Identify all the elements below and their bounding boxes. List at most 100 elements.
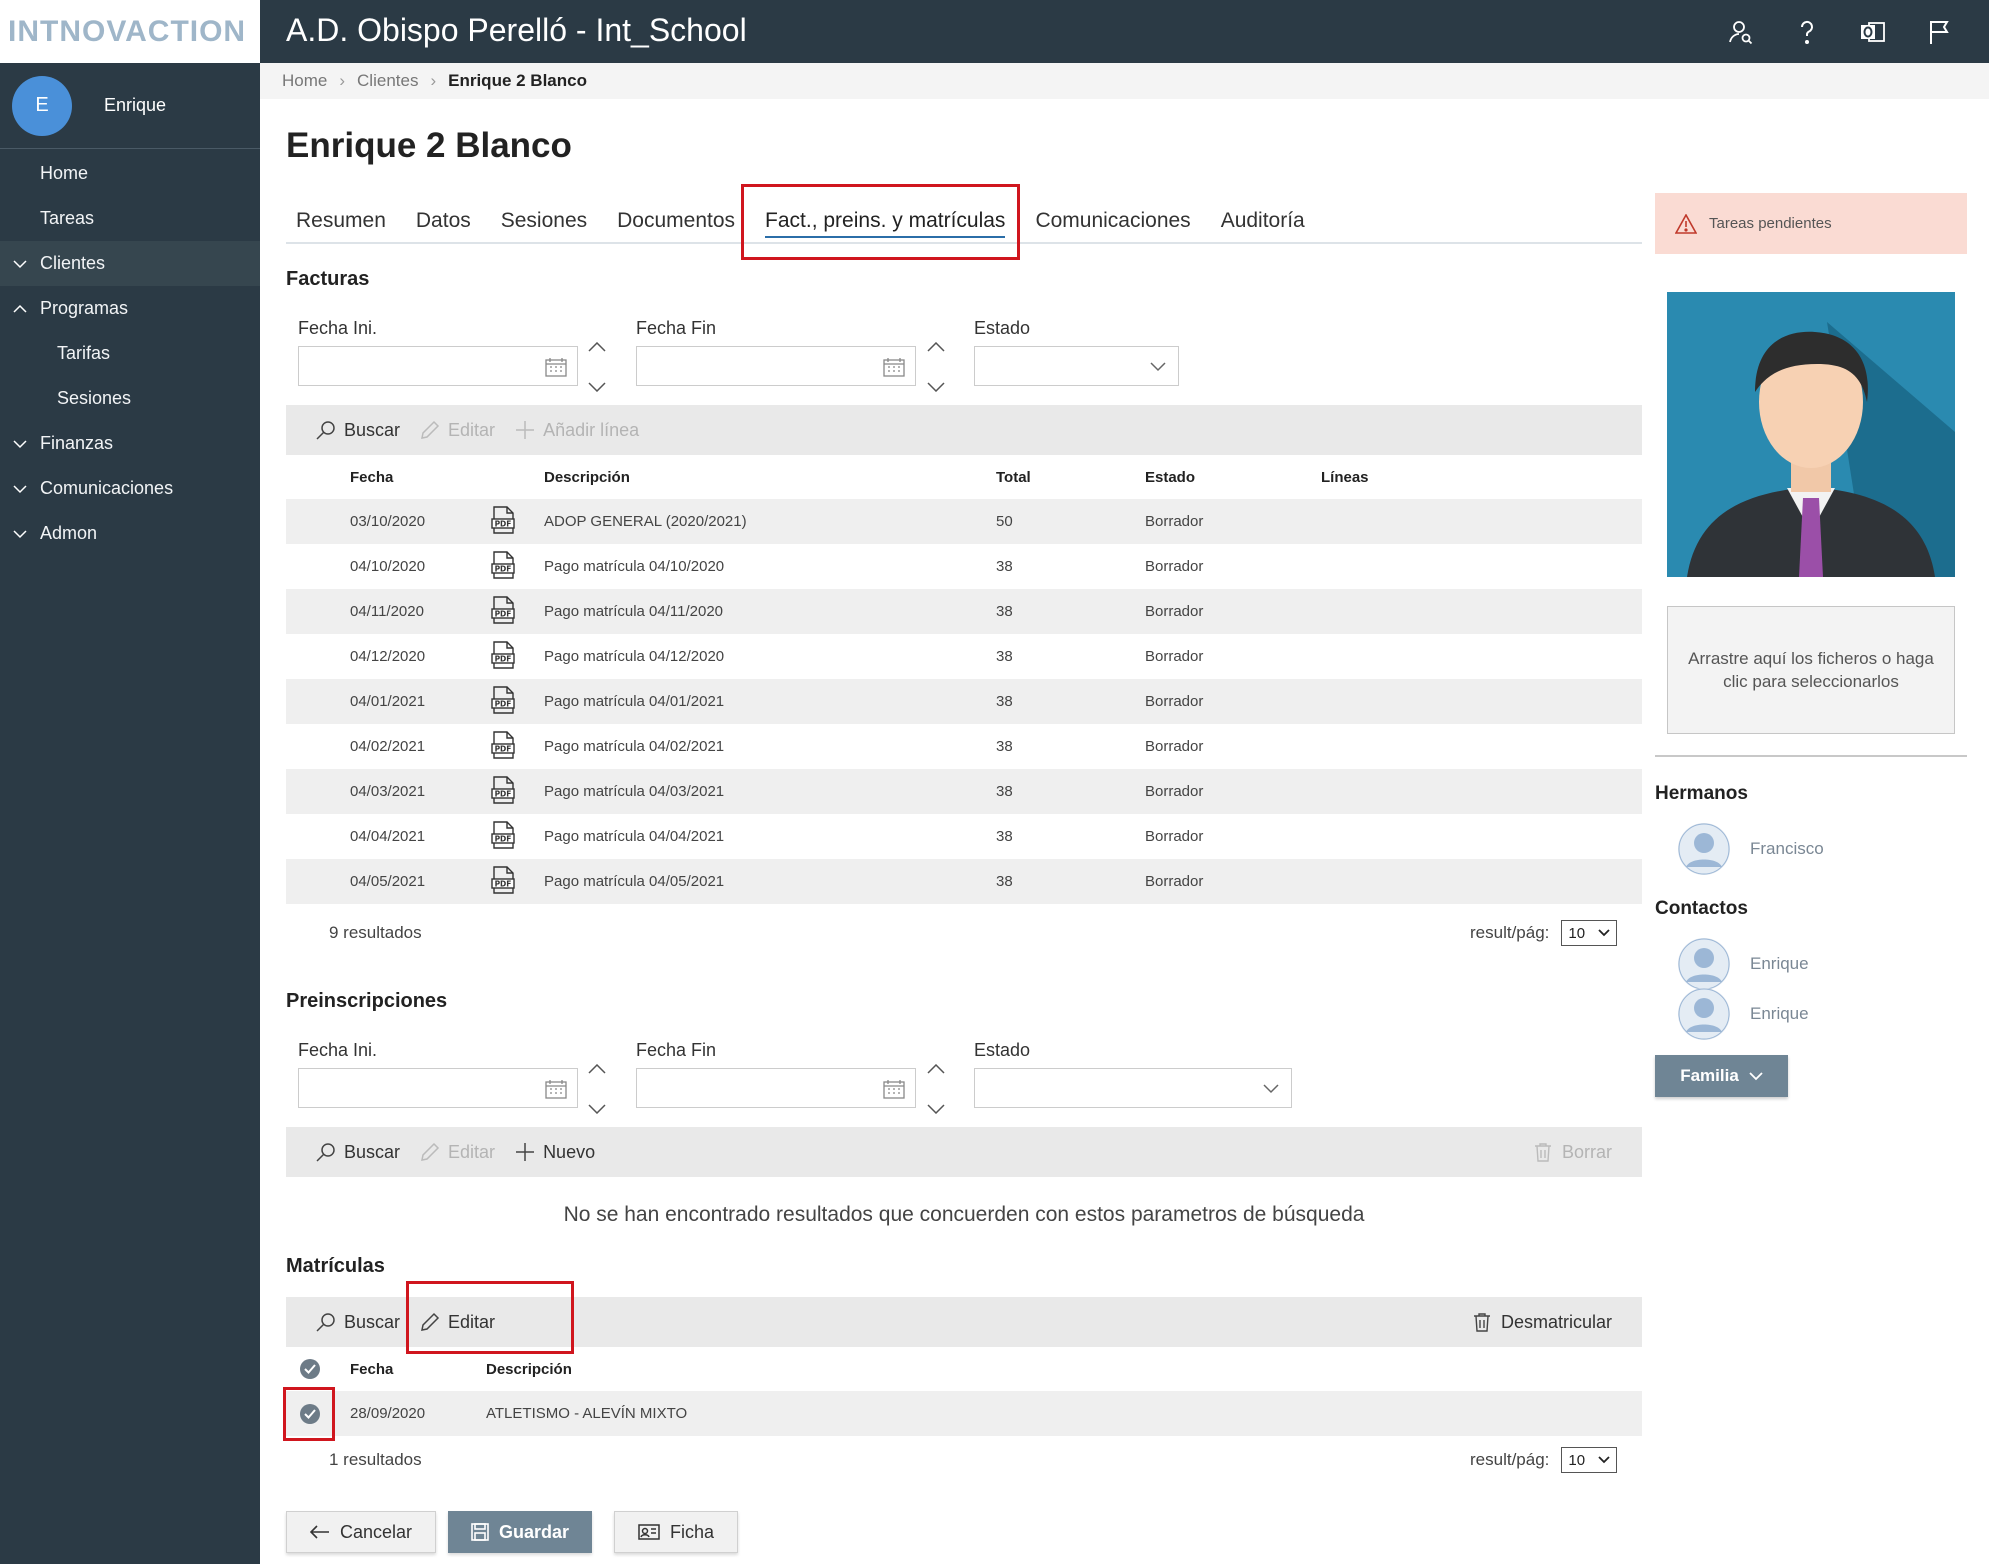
col-fecha[interactable]: Fecha xyxy=(350,455,490,499)
pdf-icon[interactable]: PDF xyxy=(490,634,544,679)
tab-auditoria[interactable]: Auditoría xyxy=(1211,200,1315,242)
pre-buscar-button[interactable]: Buscar xyxy=(316,1142,400,1163)
col-fecha[interactable]: Fecha xyxy=(350,1347,486,1391)
contacto-item[interactable]: Enrique xyxy=(1678,938,1809,990)
fecha-ini-input[interactable] xyxy=(298,346,578,386)
calendar-icon[interactable] xyxy=(883,357,905,382)
trash-icon xyxy=(1473,1313,1490,1332)
help-icon[interactable] xyxy=(1793,18,1821,46)
facturas-editar-button[interactable]: Editar xyxy=(420,420,495,441)
matriculas-results-count: 1 resultados xyxy=(329,1450,422,1469)
flag-icon[interactable] xyxy=(1925,18,1953,46)
breadcrumb-separator-icon: › xyxy=(430,71,437,90)
person-avatar-icon xyxy=(1678,823,1730,875)
hermano-item[interactable]: Francisco xyxy=(1678,823,1824,875)
fecha-fin-input[interactable] xyxy=(636,346,916,386)
familia-dropdown-button[interactable]: Familia xyxy=(1655,1055,1788,1097)
file-dropzone[interactable]: Arrastre aquí los ficheros o haga clic p… xyxy=(1667,606,1955,734)
per-page-select[interactable]: 10 xyxy=(1561,920,1618,946)
pre-fecha-ini-stepper[interactable] xyxy=(585,1064,609,1114)
pre-fecha-fin-input[interactable] xyxy=(636,1068,916,1108)
table-row[interactable]: 04/01/2021 PDF Pago matrícula 04/01/2021 38… xyxy=(286,679,1642,724)
table-row[interactable]: 04/03/2021 PDF Pago matrícula 04/03/2021 38… xyxy=(286,769,1642,814)
profile-photo[interactable] xyxy=(1667,292,1955,577)
pre-nuevo-button[interactable]: Nuevo xyxy=(515,1142,595,1163)
estado-select[interactable] xyxy=(974,346,1179,386)
table-row[interactable]: 04/04/2021 PDF Pago matrícula 04/04/2021 38… xyxy=(286,814,1642,859)
hermanos-title: Hermanos xyxy=(1655,783,1748,804)
tab-comunicaciones[interactable]: Comunicaciones xyxy=(1025,200,1200,242)
pre-fecha-fin-stepper[interactable] xyxy=(924,1064,948,1114)
pre-estado-select[interactable] xyxy=(974,1068,1292,1108)
calendar-icon[interactable] xyxy=(545,1079,567,1104)
pre-borrar-button[interactable]: Borrar xyxy=(1534,1127,1612,1177)
svg-text:PDF: PDF xyxy=(495,699,512,708)
breadcrumb-clientes[interactable]: Clientes xyxy=(357,71,418,91)
table-header: Fecha Descripción Total Estado Líneas xyxy=(286,455,1642,499)
mat-buscar-button[interactable]: Buscar xyxy=(316,1312,400,1333)
mat-desmatricular-button[interactable]: Desmatricular xyxy=(1473,1297,1612,1347)
table-row[interactable]: 04/02/2021 PDF Pago matrícula 04/02/2021 38… xyxy=(286,724,1642,769)
per-page-select[interactable]: 10 xyxy=(1561,1447,1618,1473)
facturas-buscar-button[interactable]: Buscar xyxy=(316,420,400,441)
facturas-anadir-button[interactable]: Añadir línea xyxy=(515,420,639,441)
sidebar-item-home[interactable]: Home xyxy=(0,151,260,196)
ficha-button[interactable]: Ficha xyxy=(614,1511,738,1553)
pdf-icon[interactable]: PDF xyxy=(490,859,544,904)
sidebar-item-comunicaciones[interactable]: Comunicaciones xyxy=(0,466,260,511)
sidebar-item-sesiones[interactable]: Sesiones xyxy=(0,376,260,421)
app-logo[interactable]: INTNOVACTION xyxy=(0,0,260,63)
table-row[interactable]: 28/09/2020 ATLETISMO - ALEVÍN MIXTO xyxy=(286,1391,1642,1436)
tab-documentos[interactable]: Documentos xyxy=(607,200,745,242)
table-row[interactable]: 04/05/2021 PDF Pago matrícula 04/05/2021 38… xyxy=(286,859,1642,904)
fecha-fin-stepper[interactable] xyxy=(924,342,948,392)
sidebar-item-label: Finanzas xyxy=(40,433,114,453)
outlook-icon[interactable] xyxy=(1859,18,1887,46)
cell-total: 38 xyxy=(996,859,1145,904)
pdf-icon[interactable]: PDF xyxy=(490,499,544,544)
tab-datos[interactable]: Datos xyxy=(406,200,481,242)
sidebar-item-tarifas[interactable]: Tarifas xyxy=(0,331,260,376)
sidebar-item-programas[interactable]: Programas xyxy=(0,286,260,331)
table-row[interactable]: 04/11/2020 PDF Pago matrícula 04/11/2020 38… xyxy=(286,589,1642,634)
user-avatar[interactable]: E xyxy=(12,75,72,136)
save-button[interactable]: Guardar xyxy=(448,1511,592,1553)
col-estado[interactable]: Estado xyxy=(1145,455,1321,499)
col-descripcion[interactable]: Descripción xyxy=(544,455,996,499)
user-search-icon[interactable] xyxy=(1727,18,1755,46)
calendar-icon[interactable] xyxy=(883,1079,905,1104)
col-total[interactable]: Total xyxy=(996,455,1145,499)
tab-resumen[interactable]: Resumen xyxy=(286,200,396,242)
col-descripcion[interactable]: Descripción xyxy=(486,1347,1642,1391)
pre-editar-button[interactable]: Editar xyxy=(420,1142,495,1163)
sidebar-item-admon[interactable]: Admon xyxy=(0,511,260,556)
pdf-icon[interactable]: PDF xyxy=(490,544,544,589)
breadcrumb-home[interactable]: Home xyxy=(282,71,327,91)
sidebar-item-clientes[interactable]: Clientes xyxy=(0,241,260,286)
col-lineas[interactable]: Líneas xyxy=(1321,455,1642,499)
tareas-pendientes-alert[interactable]: Tareas pendientes xyxy=(1655,193,1967,254)
pdf-icon[interactable]: PDF xyxy=(490,814,544,859)
table-row[interactable]: 04/12/2020 PDF Pago matrícula 04/12/2020 38… xyxy=(286,634,1642,679)
pdf-icon[interactable]: PDF xyxy=(490,724,544,769)
fecha-ini-stepper[interactable] xyxy=(585,342,609,392)
calendar-icon[interactable] xyxy=(545,357,567,382)
cell-fecha: 04/12/2020 xyxy=(350,648,426,665)
contacto-item[interactable]: Enrique xyxy=(1678,988,1809,1040)
table-row[interactable]: 04/10/2020 PDF Pago matrícula 04/10/2020 38… xyxy=(286,544,1642,589)
sidebar-item-finanzas[interactable]: Finanzas xyxy=(0,421,260,466)
contactos-title: Contactos xyxy=(1655,898,1748,919)
select-all-check-icon[interactable] xyxy=(300,1359,320,1379)
cancel-button[interactable]: Cancelar xyxy=(286,1511,436,1553)
pdf-icon[interactable]: PDF xyxy=(490,589,544,634)
sidebar-item-tareas[interactable]: Tareas xyxy=(0,196,260,241)
button-label: Guardar xyxy=(498,1521,570,1542)
pdf-icon[interactable]: PDF xyxy=(490,769,544,814)
cell-spacer xyxy=(286,724,350,769)
pre-fecha-ini-input[interactable] xyxy=(298,1068,578,1108)
tab-sesiones[interactable]: Sesiones xyxy=(491,200,597,242)
user-box[interactable]: E Enrique xyxy=(0,63,260,149)
table-row[interactable]: 03/10/2020 PDF ADOP GENERAL (2020/2021) 50 B… xyxy=(286,499,1642,544)
pdf-icon[interactable]: PDF xyxy=(490,679,544,724)
cell-spacer xyxy=(286,814,350,859)
